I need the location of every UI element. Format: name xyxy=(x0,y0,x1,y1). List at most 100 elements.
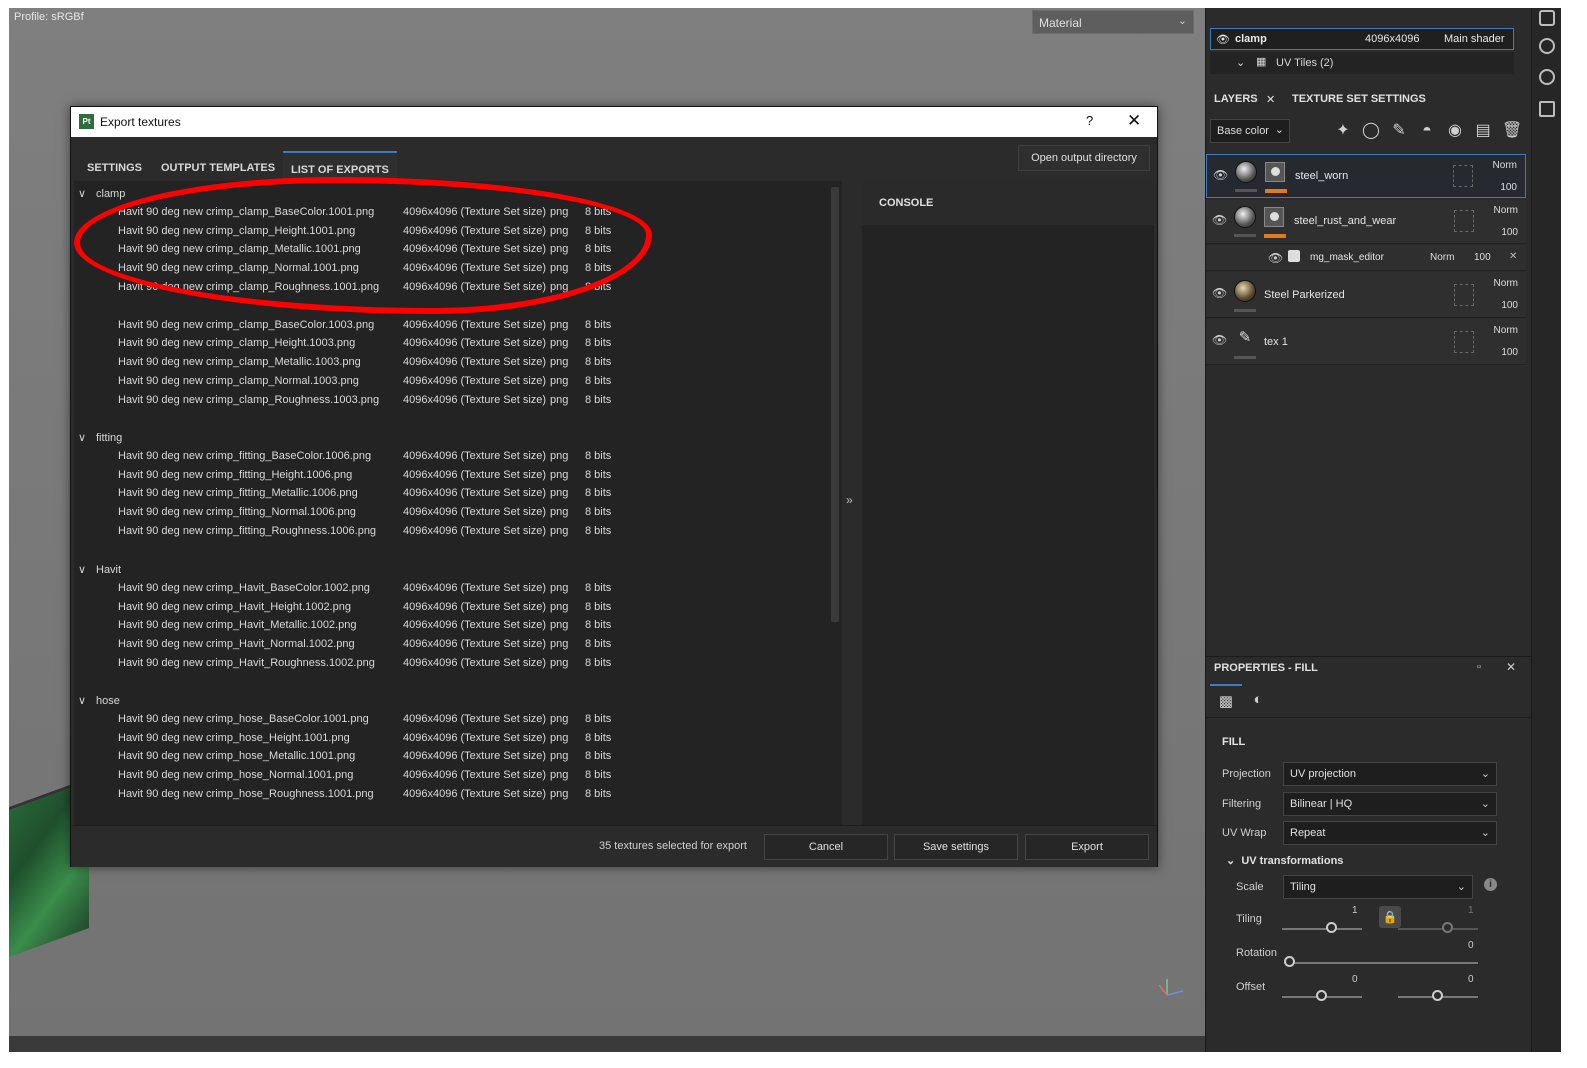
expand-arrow-icon[interactable]: » xyxy=(846,493,853,507)
fill-settings-icon[interactable]: ▩ xyxy=(1210,684,1242,716)
texture-set-row[interactable]: 👁 clamp 4096x4096 Main shader xyxy=(1210,28,1514,50)
export-size: 4096x4096 (Texture Set size) xyxy=(403,619,547,632)
tab-texture-set-settings[interactable]: TEXTURE SET SETTINGS xyxy=(1292,93,1426,105)
material-icon[interactable]: ◐ xyxy=(1242,684,1274,716)
trash-icon[interactable]: 🗑 xyxy=(1502,122,1522,140)
save-settings-button[interactable]: Save settings xyxy=(894,834,1018,860)
info-icon[interactable]: i xyxy=(1484,878,1497,891)
cancel-button[interactable]: Cancel xyxy=(764,834,888,860)
eye-icon[interactable]: 👁 xyxy=(1268,251,1283,265)
offset-u-slider-handle[interactable] xyxy=(1316,990,1327,1001)
viewport-mode-select[interactable]: Material ⌄ xyxy=(1032,10,1194,34)
export-filename: Havit 90 deg new crimp_Havit_Roughness.1… xyxy=(118,657,375,669)
uvwrap-value: Repeat xyxy=(1290,827,1326,839)
tiling-u-slider-handle[interactable] xyxy=(1326,922,1337,933)
history-icon[interactable] xyxy=(1539,69,1555,85)
offset-v-slider-handle[interactable] xyxy=(1432,990,1443,1001)
export-textures-dialog: Pt Export textures ? ✕ SETTINGS OUTPUT T… xyxy=(70,106,1158,867)
undock-icon[interactable]: ▫ xyxy=(1477,661,1481,673)
export-size: 4096x4096 (Texture Set size) xyxy=(403,638,547,651)
export-size: 4096x4096 (Texture Set size) xyxy=(403,468,547,481)
close-icon[interactable]: ✕ xyxy=(1127,111,1141,131)
tiling-v-value: 1 xyxy=(1468,905,1474,916)
chevron-down-icon[interactable]: ∨ xyxy=(78,563,96,576)
fill-bucket-icon[interactable]: ◓ xyxy=(1418,122,1436,140)
tab-layers[interactable]: LAYERS xyxy=(1214,93,1258,105)
export-format: png xyxy=(550,318,569,331)
close-icon[interactable]: ✕ xyxy=(1509,251,1517,262)
exports-list[interactable]: ∨ clamp Havit 90 deg new crimp_clamp_BaseC… xyxy=(74,181,842,825)
tiling-v-slider[interactable] xyxy=(1398,928,1478,930)
layer-opacity[interactable]: 100 xyxy=(1500,182,1517,193)
export-group-header[interactable]: ∨ Havit xyxy=(78,563,121,576)
help-button[interactable]: ? xyxy=(1086,113,1093,128)
blend-mode[interactable]: Norm xyxy=(1430,252,1454,263)
layer-opacity[interactable]: 100 xyxy=(1501,347,1518,358)
export-button[interactable]: Export xyxy=(1025,834,1149,860)
projection-select[interactable]: UV projection ⌄ xyxy=(1283,762,1497,786)
add-mask-icon[interactable]: ◯ xyxy=(1362,122,1380,140)
scale-select[interactable]: Tiling ⌄ xyxy=(1283,875,1473,899)
export-group-header[interactable]: ∨ fitting xyxy=(78,431,122,444)
export-format: png xyxy=(550,487,569,500)
layer-item-sub[interactable]: 👁 mg_mask_editor Norm 100 ✕ xyxy=(1206,245,1526,271)
blend-mode[interactable]: Norm xyxy=(1494,278,1518,289)
export-group-header[interactable]: ∨ clamp xyxy=(78,187,125,200)
mask-thumbnail[interactable] xyxy=(1264,207,1284,227)
export-bitdepth: 8 bits xyxy=(585,657,612,669)
filtering-value: Bilinear | HQ xyxy=(1290,798,1353,810)
chevron-down-icon[interactable]: ⌄ xyxy=(1236,56,1245,69)
tab-settings[interactable]: SETTINGS xyxy=(79,151,150,179)
export-bitdepth: 8 bits xyxy=(585,487,612,500)
rotation-slider[interactable] xyxy=(1290,962,1478,964)
eye-icon[interactable]: 👁 xyxy=(1213,168,1228,182)
scrollbar[interactable] xyxy=(831,187,839,622)
chevron-down-icon[interactable]: ∨ xyxy=(78,431,96,444)
material-icon[interactable]: ◉ xyxy=(1446,122,1464,140)
eye-icon[interactable]: 👁 xyxy=(1212,333,1227,347)
export-filename: Havit 90 deg new crimp_Havit_Metallic.10… xyxy=(118,619,357,632)
layer-item[interactable]: 👁 Steel Parkerized Norm 100 xyxy=(1206,272,1526,318)
export-bitdepth: 8 bits xyxy=(585,205,612,218)
channel-select[interactable]: Base color ⌄ xyxy=(1210,119,1290,143)
uvwrap-select[interactable]: Repeat ⌄ xyxy=(1283,821,1497,845)
layer-item[interactable]: 👁 ✎ tex 1 Norm 100 xyxy=(1206,319,1526,365)
blend-mode[interactable]: Norm xyxy=(1494,205,1518,216)
eye-icon[interactable]: 👁 xyxy=(1212,213,1227,227)
close-icon[interactable]: ✕ xyxy=(1266,93,1275,106)
uv-transformations-header[interactable]: ⌄ UV transformations xyxy=(1226,854,1343,867)
uv-tiles-row[interactable]: ⌄ ▦ UV Tiles (2) xyxy=(1210,52,1514,74)
mask-thumbnail[interactable] xyxy=(1265,162,1285,182)
tiling-u-slider[interactable] xyxy=(1282,928,1362,930)
chevron-down-icon[interactable]: ∨ xyxy=(78,187,96,200)
brush-icon[interactable]: ✎ xyxy=(1390,122,1408,140)
folder-icon[interactable]: ▤ xyxy=(1474,122,1492,140)
tab-list-of-exports[interactable]: LIST OF EXPORTS xyxy=(283,151,397,179)
camera-icon[interactable] xyxy=(1539,10,1555,26)
rotation-slider-handle[interactable] xyxy=(1284,956,1295,967)
layer-opacity[interactable]: 100 xyxy=(1501,300,1518,311)
eye-icon[interactable]: 👁 xyxy=(1212,286,1227,300)
filtering-select[interactable]: Bilinear | HQ ⌄ xyxy=(1283,792,1497,816)
layer-opacity[interactable]: 100 xyxy=(1501,227,1518,238)
export-format: png xyxy=(550,638,569,651)
close-icon[interactable]: ✕ xyxy=(1506,660,1516,674)
layer-opacity[interactable]: 100 xyxy=(1474,252,1491,263)
export-size: 4096x4096 (Texture Set size) xyxy=(403,337,547,350)
layer-item[interactable]: 👁 steel_worn Norm 100 xyxy=(1206,154,1526,198)
blend-mode[interactable]: Norm xyxy=(1493,160,1517,171)
environment-icon[interactable] xyxy=(1539,38,1555,54)
tiling-v-slider-handle[interactable] xyxy=(1442,922,1453,933)
magic-wand-icon[interactable]: ✦ xyxy=(1334,122,1352,140)
tab-output-templates[interactable]: OUTPUT TEMPLATES xyxy=(153,151,283,179)
panel-splitter[interactable]: » xyxy=(842,181,862,825)
lock-icon[interactable]: 🔒 xyxy=(1379,906,1401,928)
blend-mode[interactable]: Norm xyxy=(1494,325,1518,336)
open-output-directory-button[interactable]: Open output directory xyxy=(1018,145,1150,171)
log-icon[interactable] xyxy=(1539,101,1555,117)
layer-thumbnail xyxy=(1234,280,1256,302)
layer-item[interactable]: 👁 steel_rust_and_wear Norm 100 xyxy=(1206,200,1526,244)
eye-icon[interactable]: 👁 xyxy=(1216,33,1230,46)
export-group-header[interactable]: ∨ hose xyxy=(78,694,120,707)
chevron-down-icon[interactable]: ∨ xyxy=(78,694,96,707)
